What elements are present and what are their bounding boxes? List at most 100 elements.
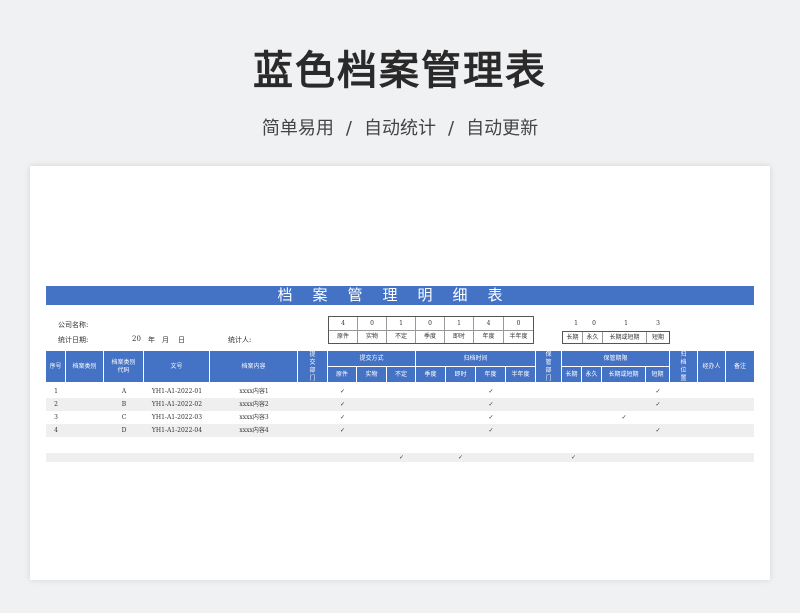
count-box-period: 长期 永久 长期或短期 短期 xyxy=(562,331,670,344)
count-label: 季度 xyxy=(416,331,445,343)
subtitle-separator: / xyxy=(448,118,455,139)
cell-content: xxxx内容2 xyxy=(239,401,269,408)
company-label: 公司名称: xyxy=(58,321,89,329)
stat-person-label: 统计人: xyxy=(228,336,252,344)
header-archive-half-year: 半年度 xyxy=(506,367,536,383)
hero-subtitle: 简单易用 / 自动统计 / 自动更新 xyxy=(0,114,800,140)
table-row: 1 A YH1-A1-2022-01 xxxx内容1 ✓ ✓ ✓ xyxy=(46,385,754,398)
cell-seq: 1 xyxy=(54,388,58,395)
cell-code: D xyxy=(121,427,127,434)
table-row: 4 D YH1-A1-2022-04 xxxx内容4 ✓ ✓ ✓ xyxy=(46,424,754,437)
count-label: 永久 xyxy=(583,332,603,343)
table-header: 序号 档案类别 档案类别代码 文号 档案内容 提交部门 提交方式 原件 实物 不… xyxy=(46,351,754,383)
header-archive-group: 归档时间 xyxy=(416,351,536,367)
count-value: 1 xyxy=(574,320,578,327)
check-mark: ✓ xyxy=(655,427,661,434)
check-mark: ✓ xyxy=(621,414,627,421)
cell-seq: 2 xyxy=(54,401,58,408)
header-period-long: 长期 xyxy=(562,367,582,383)
count-label: 即时 xyxy=(445,331,474,343)
header-submit-group: 提交方式 xyxy=(328,351,416,367)
count-label: 不定 xyxy=(387,331,416,343)
cell-doc-no: YH1-A1-2022-01 xyxy=(151,388,203,395)
check-mark: ✓ xyxy=(339,414,346,421)
cell-content: xxxx内容1 xyxy=(239,388,269,395)
cell-seq: 3 xyxy=(54,414,58,421)
spreadsheet-preview: 档案管理明细表 公司名称: 统计日期: 20 年 月 日 统计人: 4 0 1 … xyxy=(30,166,770,580)
check-mark: ✓ xyxy=(339,388,346,395)
count-value: 1 xyxy=(624,320,628,327)
date-year-unit: 年 xyxy=(148,336,155,344)
date-label: 统计日期: xyxy=(58,336,89,344)
count-value: 4 xyxy=(329,317,358,331)
table-row: 2 B YH1-A1-2022-02 xxxx内容2 ✓ ✓ ✓ xyxy=(46,398,754,411)
check-mark: ✓ xyxy=(655,388,661,395)
count-value: 0 xyxy=(358,317,387,331)
cell-doc-no: YH1-A1-2022-04 xyxy=(151,427,203,434)
header-submit-physical: 实物 xyxy=(357,367,387,383)
check-mark: ✓ xyxy=(488,414,494,421)
count-label: 长期或短期 xyxy=(603,332,647,343)
count-label: 年度 xyxy=(474,331,504,343)
subtitle-separator: / xyxy=(345,118,352,139)
subtitle-easy: 简单易用 xyxy=(261,118,334,139)
header-period-long-or-short: 长期或短期 xyxy=(602,367,646,383)
check-mark: ✓ xyxy=(339,401,346,408)
summary-bar: ✓ ✓ ✓ xyxy=(46,453,754,462)
header-type-code: 档案类别代码 xyxy=(104,351,144,383)
header-period-short: 短期 xyxy=(646,367,670,383)
count-value: 4 xyxy=(474,317,504,331)
cell-content: xxxx内容4 xyxy=(239,427,269,434)
subtitle-auto-stat: 自动统计 xyxy=(364,118,436,139)
cell-doc-no: YH1-A1-2022-03 xyxy=(151,414,203,421)
date-year: 20 xyxy=(132,335,141,343)
header-content: 档案内容 xyxy=(210,351,298,383)
count-label: 实物 xyxy=(358,331,387,343)
check-mark: ✓ xyxy=(488,401,494,408)
subtitle-auto-update: 自动更新 xyxy=(466,118,539,139)
date-day-unit: 日 xyxy=(178,336,185,344)
count-value: 3 xyxy=(656,320,660,327)
cell-code: C xyxy=(121,414,127,421)
header-remark: 备注 xyxy=(726,351,754,383)
header-keep-dept: 保管部门 xyxy=(536,351,562,383)
header-handler: 经办人 xyxy=(698,351,726,383)
hero-title: 蓝色档案管理表 xyxy=(253,48,547,94)
check-mark: ✓ xyxy=(399,454,405,461)
check-mark: ✓ xyxy=(571,454,577,461)
cell-doc-no: YH1-A1-2022-02 xyxy=(151,401,203,408)
check-mark: ✓ xyxy=(458,454,464,461)
check-mark: ✓ xyxy=(488,427,494,434)
header-period-group: 保管期限 xyxy=(562,351,670,367)
header-type: 档案类别 xyxy=(66,351,104,383)
header-submit-variable: 不定 xyxy=(387,367,416,383)
check-mark: ✓ xyxy=(339,427,346,434)
header-doc-no: 文号 xyxy=(144,351,210,383)
header-seq: 序号 xyxy=(46,351,66,383)
header-location: 归档位置 xyxy=(670,351,698,383)
count-label: 长期 xyxy=(563,332,583,343)
count-label: 半年度 xyxy=(509,333,528,340)
cell-code: A xyxy=(121,388,127,395)
count-label: 原件 xyxy=(329,331,358,343)
header-period-permanent: 永久 xyxy=(582,367,602,383)
count-label: 短期 xyxy=(651,334,664,341)
header-archive-instant: 即时 xyxy=(446,367,476,383)
header-archive-quarter: 季度 xyxy=(416,367,446,383)
count-value: 0 xyxy=(504,317,533,331)
count-value: 0 xyxy=(592,320,596,327)
count-value: 0 xyxy=(416,317,445,331)
header-dept: 提交部门 xyxy=(298,351,328,383)
cell-code: B xyxy=(121,401,127,408)
table-row: 3 C YH1-A1-2022-03 xxxx内容3 ✓ ✓ ✓ xyxy=(46,411,754,424)
check-mark: ✓ xyxy=(655,401,661,408)
header-submit-original: 原件 xyxy=(328,367,357,383)
check-mark: ✓ xyxy=(488,388,494,395)
cell-seq: 4 xyxy=(54,427,58,434)
date-month-unit: 月 xyxy=(162,336,169,344)
sheet-title: 档案管理明细表 xyxy=(46,286,754,305)
cell-content: xxxx内容3 xyxy=(239,414,269,421)
count-box-submit-archive: 4 0 1 0 1 4 0 原件 实物 不定 季度 即时 年度 半年度 xyxy=(328,316,534,344)
count-value: 1 xyxy=(445,317,474,331)
count-value: 1 xyxy=(387,317,416,331)
